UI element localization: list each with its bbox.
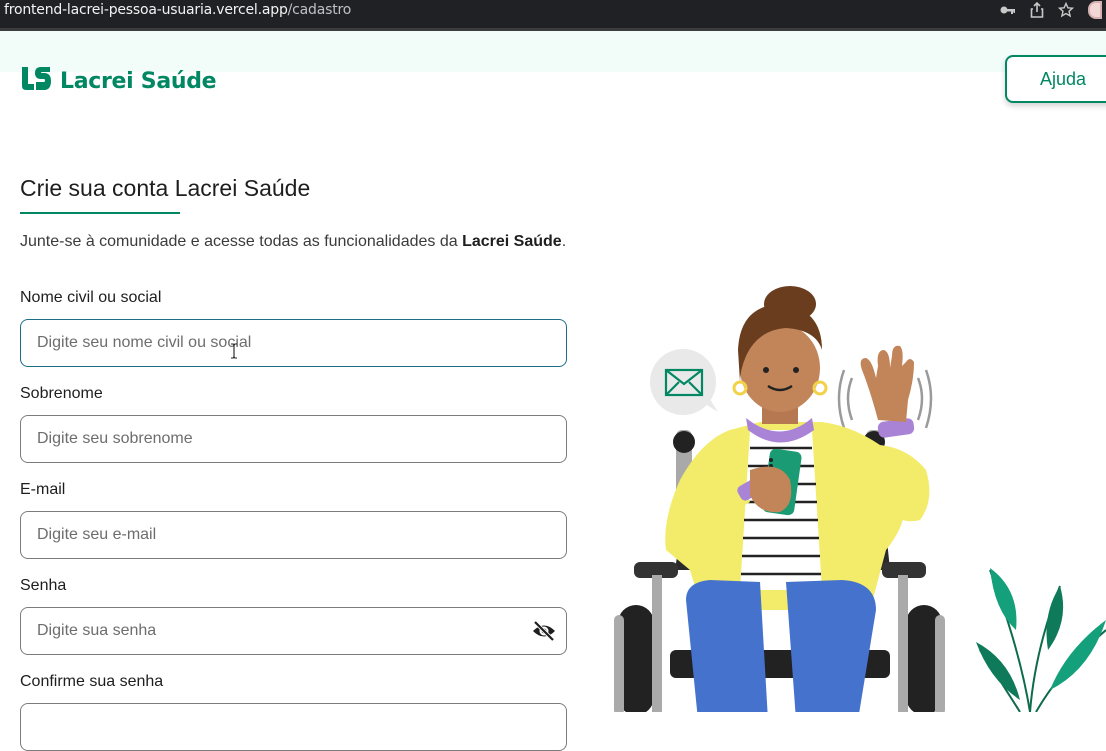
star-icon[interactable]	[1058, 2, 1074, 18]
subtitle-brand: Lacrei Saúde	[462, 233, 562, 250]
header-band	[0, 31, 1106, 72]
title-underline	[20, 212, 180, 214]
surname-field-box	[20, 415, 567, 463]
subtitle-text: Junte-se à comunidade e acesse todas as …	[20, 233, 463, 250]
surname-label: Sobrenome	[20, 385, 103, 402]
url-path: /cadastro	[287, 2, 352, 18]
password-field-box	[20, 607, 567, 655]
address-bar[interactable]: frontend-lacrei-pessoa-usuaria.vercel.ap…	[4, 2, 351, 18]
url-host: frontend-lacrei-pessoa-usuaria.vercel.ap…	[4, 2, 288, 18]
password-label: Senha	[20, 577, 67, 594]
lacrei-logo-icon	[20, 67, 52, 96]
envelope-bubble-icon	[650, 349, 718, 415]
plant-icon	[976, 568, 1106, 713]
profile-avatar[interactable]	[1088, 1, 1102, 19]
email-input[interactable]	[21, 512, 566, 558]
page-subtitle: Junte-se à comunidade e acesse todas as …	[20, 233, 566, 251]
subtitle-end: .	[561, 233, 567, 250]
page-title: Crie sua conta Lacrei Saúde	[20, 175, 311, 201]
surname-input[interactable]	[21, 416, 566, 462]
share-icon[interactable]	[1030, 2, 1044, 18]
name-label: Nome civil ou social	[20, 289, 162, 306]
wheelchair-user-illustration	[590, 270, 1106, 720]
brand-logo[interactable]: Lacrei Saúde	[20, 67, 217, 96]
password-input[interactable]	[21, 608, 566, 654]
text-cursor-icon	[230, 343, 238, 364]
name-input[interactable]	[21, 320, 566, 366]
confirm-password-input[interactable]	[21, 704, 566, 750]
key-icon[interactable]	[1000, 4, 1016, 16]
help-button[interactable]: Ajuda	[1005, 55, 1106, 103]
email-field-box	[20, 511, 567, 559]
email-label: E-mail	[20, 481, 66, 498]
confirm-password-label: Confirme sua senha	[20, 673, 164, 690]
browser-toolbar: frontend-lacrei-pessoa-usuaria.vercel.ap…	[0, 0, 1106, 31]
confirm-password-field-box	[20, 703, 567, 751]
eye-off-icon[interactable]	[532, 620, 556, 647]
name-field-box	[20, 319, 567, 367]
logo-text: Lacrei Saúde	[60, 69, 217, 94]
